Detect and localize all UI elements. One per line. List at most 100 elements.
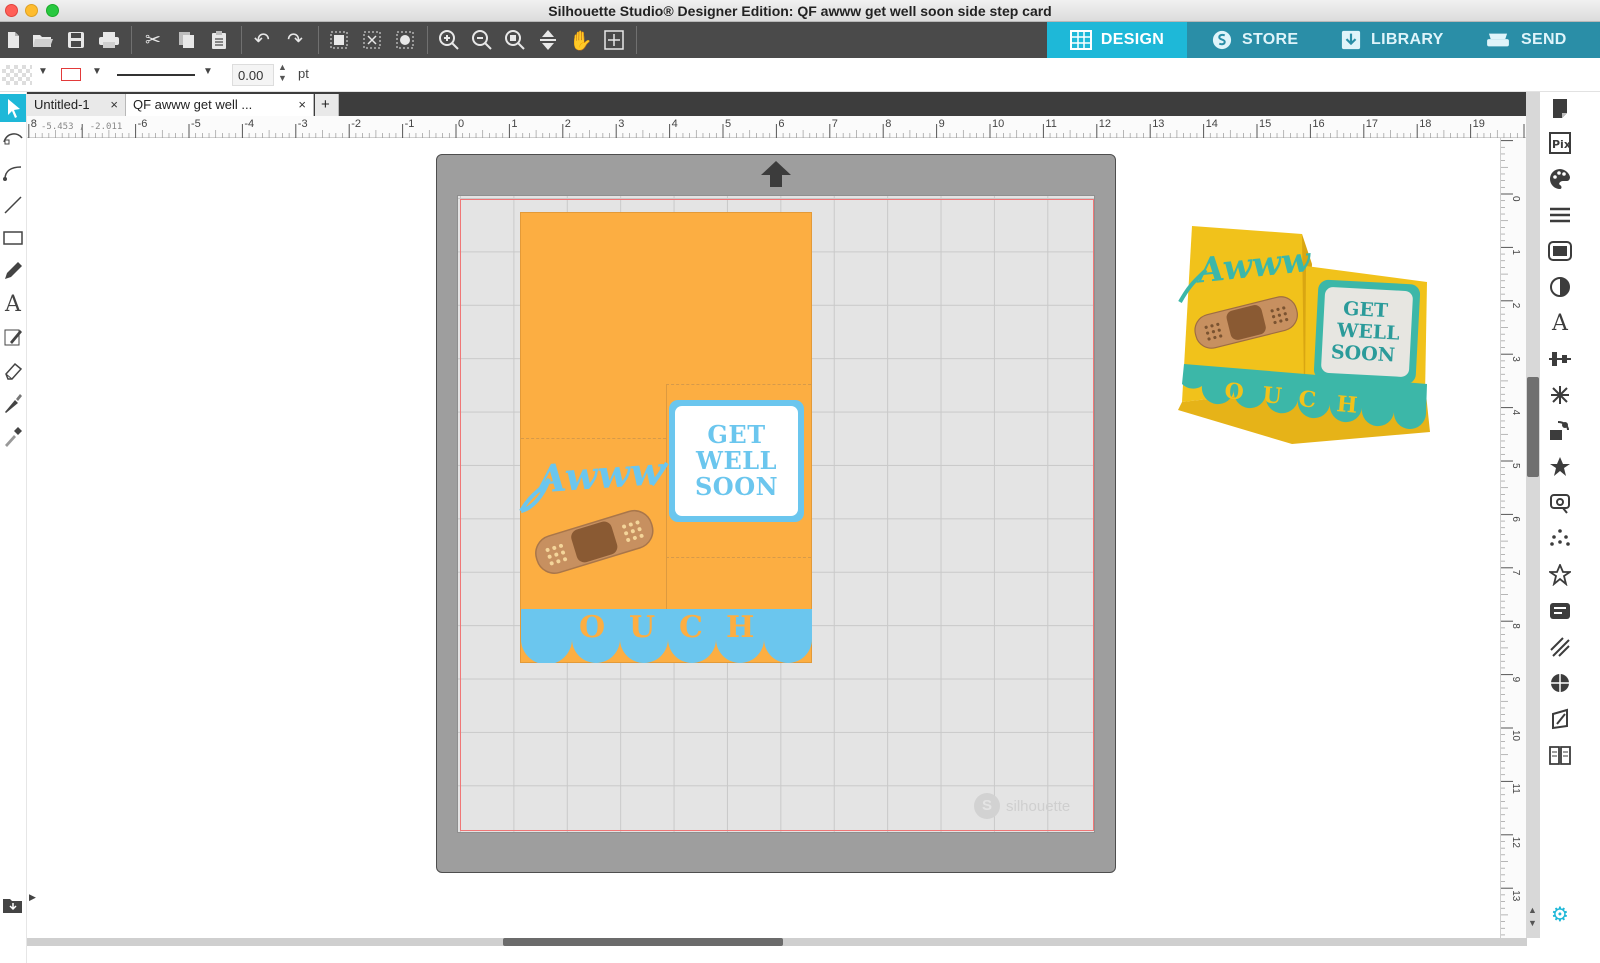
card-design[interactable]: Awww GET WELL SOON O U C H [519, 212, 812, 663]
transparency-icon[interactable] [1546, 273, 1574, 301]
replicate-icon[interactable] [1546, 417, 1574, 445]
redo-icon[interactable]: ↷ [282, 27, 308, 53]
group-icon[interactable] [326, 27, 352, 53]
ruler-label: 14 [1206, 118, 1218, 130]
tab-untitled-1[interactable]: Untitled-1 × [27, 94, 126, 116]
open-icon[interactable] [30, 27, 56, 53]
horizontal-scrollbar-thumb[interactable] [503, 938, 783, 946]
ruler-label: 19 [1473, 118, 1485, 130]
right-panel-toolbar: Pix A ⚙ [1540, 92, 1600, 963]
toolbar-separator [131, 26, 132, 54]
align-icon[interactable] [1546, 345, 1574, 373]
close-tab-icon[interactable]: × [298, 97, 306, 112]
left-toolbar: A ▶ [0, 92, 36, 963]
trace-dots-icon[interactable] [1546, 525, 1574, 553]
library-book-icon[interactable] [1546, 741, 1574, 769]
scroll-arrows[interactable]: ▲ ▼ [1528, 904, 1537, 930]
ruler-label: 13 [1152, 118, 1164, 130]
ruler-label: 15 [1259, 118, 1271, 130]
line-width-stepper[interactable]: ▲ ▼ [278, 62, 287, 84]
tab-design-label: DESIGN [1100, 31, 1165, 48]
text-style-icon[interactable]: A [1546, 309, 1574, 337]
tab-library-label: LIBRARY [1371, 31, 1444, 48]
close-tab-icon[interactable]: × [110, 97, 118, 112]
pixscan-icon[interactable]: Pix [1546, 129, 1574, 157]
tab-store[interactable]: STORE [1211, 22, 1298, 58]
text-tool-icon[interactable]: A [0, 290, 26, 318]
download-library-icon [1341, 30, 1361, 50]
line-style-icon[interactable] [1546, 201, 1574, 229]
vertical-scrollbar-thumb[interactable] [1527, 377, 1539, 477]
ruler-label: 1 [1510, 249, 1521, 255]
drag-zoom-icon[interactable] [535, 27, 561, 53]
tab-send[interactable]: SEND [1484, 22, 1567, 58]
ruler-label: 2 [565, 118, 571, 130]
library-panel-icon[interactable] [0, 890, 26, 918]
toolbar-separator [241, 26, 242, 54]
expand-library-arrow-icon[interactable]: ▶ [29, 892, 36, 903]
sketch-effects-icon[interactable] [1546, 633, 1574, 661]
fill-dropdown-arrow-icon[interactable]: ▼ [38, 66, 48, 77]
toolbar-separator [318, 26, 319, 54]
print-and-cut-icon[interactable] [1546, 705, 1574, 733]
sketch-tool-icon[interactable] [0, 323, 26, 351]
select-tool-icon[interactable] [0, 94, 26, 122]
ruler-label: 1 [511, 118, 517, 130]
new-document-icon[interactable] [0, 27, 26, 53]
rhinestone-icon[interactable] [1546, 669, 1574, 697]
copy-icon[interactable] [173, 27, 199, 53]
page-setup-icon[interactable] [1546, 94, 1574, 122]
curve-tool-icon[interactable] [0, 158, 26, 186]
fill-pattern-swatch[interactable] [2, 65, 32, 85]
fill-pattern-icon[interactable] [1546, 237, 1574, 265]
zoom-out-icon[interactable] [469, 27, 495, 53]
star-outline-icon[interactable] [1546, 561, 1574, 589]
zoom-in-icon[interactable] [436, 27, 462, 53]
watermark-text: silhouette [1006, 797, 1071, 815]
add-tab-button[interactable]: + [315, 94, 339, 116]
tab-send-label: SEND [1521, 31, 1567, 48]
zoom-selection-icon[interactable] [502, 27, 528, 53]
eyedropper-tool-icon[interactable] [0, 422, 26, 450]
transform-icon[interactable] [1546, 381, 1574, 409]
cut-icon[interactable]: ✂ [140, 27, 166, 53]
tab-qf-awww-get-well[interactable]: QF awww get well ... × [126, 94, 314, 116]
release-compound-icon[interactable] [392, 27, 418, 53]
tab-library[interactable]: LIBRARY [1340, 22, 1444, 58]
settings-gear-icon[interactable]: ⚙ [1546, 900, 1574, 928]
vertical-scrollbar[interactable]: ▲ ▼ [1526, 92, 1540, 938]
fill-color-palette-icon[interactable] [1546, 165, 1574, 193]
undo-icon[interactable]: ↶ [249, 27, 275, 53]
nesting-icon[interactable] [1546, 597, 1574, 625]
fit-to-page-icon[interactable] [601, 27, 627, 53]
line-width-input[interactable]: 0.00 [232, 64, 274, 86]
silhouette-logo-icon: S [974, 793, 1000, 819]
tab-design[interactable]: DESIGN [1047, 22, 1187, 58]
pan-icon[interactable]: ✋ [568, 27, 594, 53]
ouch-scalloped-band[interactable] [521, 609, 812, 663]
point-edit-tool-icon[interactable] [0, 125, 26, 153]
offset-icon[interactable] [1546, 489, 1574, 517]
save-icon[interactable] [63, 27, 89, 53]
knife-tool-icon[interactable] [0, 389, 26, 417]
rectangle-tool-icon[interactable] [0, 224, 26, 252]
print-icon[interactable] [96, 27, 122, 53]
bandage-graphic[interactable] [529, 503, 659, 579]
ruler-label: 6 [778, 118, 784, 130]
paste-icon[interactable] [206, 27, 232, 53]
score-line [666, 557, 811, 558]
get-well-soon-panel[interactable]: GET WELL SOON [669, 400, 804, 522]
ruler-label: 5 [725, 118, 731, 130]
pencil-tool-icon[interactable] [0, 257, 26, 285]
ouch-letter-h: H [726, 610, 755, 645]
eraser-tool-icon[interactable] [0, 356, 26, 384]
line-tool-icon[interactable] [0, 191, 26, 219]
line-style-preview[interactable] [117, 74, 195, 76]
line-color-swatch[interactable] [61, 68, 81, 81]
line-style-dropdown-arrow-icon[interactable]: ▼ [203, 66, 213, 77]
line-color-dropdown-arrow-icon[interactable]: ▼ [92, 66, 102, 77]
horizontal-scrollbar[interactable] [27, 938, 1527, 963]
ungroup-icon[interactable] [359, 27, 385, 53]
vertical-ruler: 0 1 2 3 4 5 6 7 8 9 10 11 12 13 [1500, 138, 1526, 938]
modify-star-icon[interactable] [1546, 453, 1574, 481]
